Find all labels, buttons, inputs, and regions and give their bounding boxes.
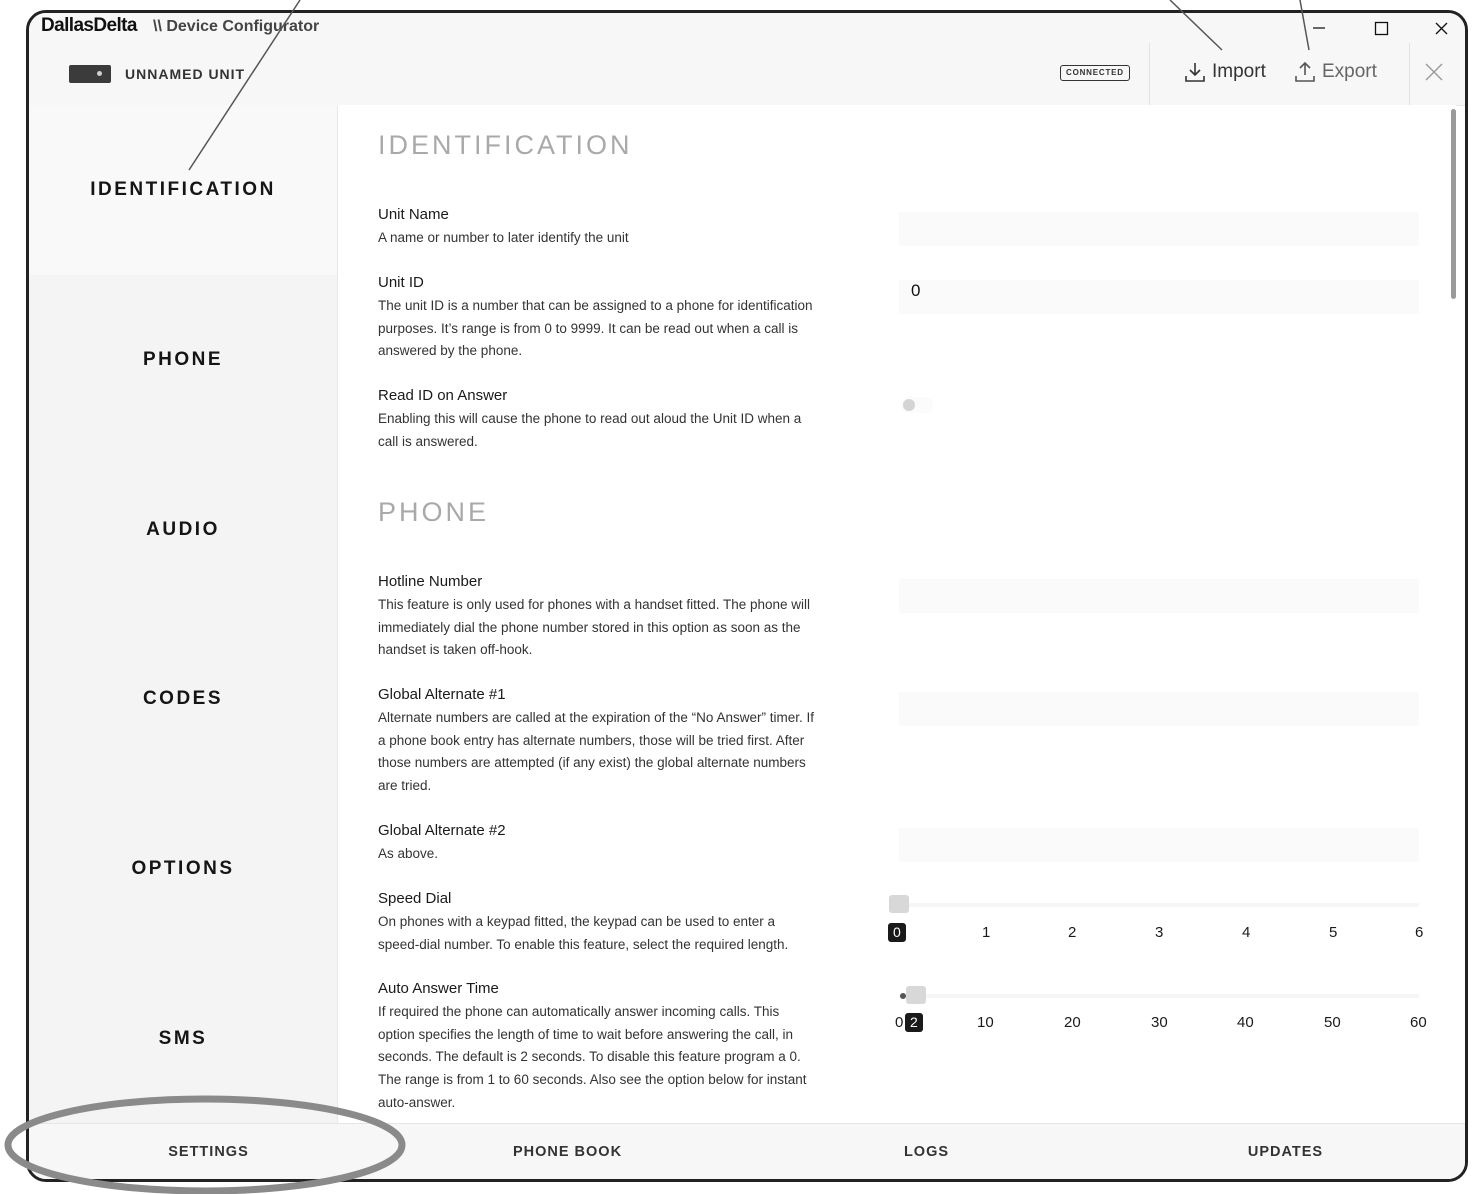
status-badge: CONNECTED (1060, 65, 1130, 81)
speed-dial-tick: 5 (1329, 924, 1338, 941)
auto-answer-tick: 20 (1064, 1014, 1081, 1031)
section-title-phone: PHONE (378, 497, 490, 527)
sidebar-item-options[interactable]: OPTIONS (29, 784, 337, 954)
import-button[interactable]: Import (1184, 61, 1266, 83)
section-title-identification: IDENTIFICATION (378, 130, 633, 160)
maximize-icon (1374, 21, 1388, 35)
app-window: DallasDelta \\ Device Configurator UNNAM… (26, 10, 1468, 1182)
minimize-button[interactable] (1291, 13, 1347, 43)
read-id-desc: Enabling this will cause the phone to re… (378, 411, 802, 449)
auto-answer-slider[interactable] (899, 994, 1419, 998)
divider (1409, 43, 1410, 105)
sidebar-item-codes[interactable]: CODES (29, 614, 337, 784)
speed-dial-selected-value: 0 (888, 923, 906, 942)
brand-logo: DallasDelta (41, 15, 137, 36)
auto-answer-desc: If required the phone can automatically … (378, 1004, 807, 1110)
import-label: Import (1212, 61, 1266, 82)
scrollbar[interactable] (1451, 109, 1456, 299)
speed-dial-slider[interactable] (899, 903, 1419, 907)
download-icon (1185, 63, 1205, 82)
auto-answer-selected-value: 2 (905, 1013, 923, 1032)
hotline-desc: This feature is only used for phones wit… (378, 597, 811, 658)
unit-name-desc: A name or number to later identify the u… (378, 230, 629, 245)
export-button[interactable]: Export (1294, 61, 1377, 83)
unit-id-title: Unit ID (378, 274, 424, 291)
auto-answer-tick: 0 (895, 1014, 904, 1031)
auto-answer-tick: 60 (1410, 1014, 1427, 1031)
divider (1149, 43, 1150, 105)
unit-name-title: Unit Name (378, 206, 449, 223)
unit-id-input[interactable] (899, 280, 1419, 314)
hotline-input[interactable] (899, 579, 1419, 613)
speed-dial-tick: 4 (1242, 924, 1251, 941)
maximize-button[interactable] (1353, 13, 1409, 43)
close-icon (1435, 22, 1447, 34)
auto-answer-tick: 40 (1237, 1014, 1254, 1031)
sidebar-item-phone[interactable]: PHONE (29, 275, 337, 445)
close-panel-icon[interactable] (1421, 59, 1447, 85)
hotline-title: Hotline Number (378, 573, 483, 590)
auto-answer-tick: 10 (977, 1014, 994, 1031)
sidebar-item-identification[interactable]: IDENTIFICATION (29, 105, 337, 275)
alt2-input[interactable] (899, 828, 1419, 862)
app-title: \\ Device Configurator (153, 18, 320, 35)
read-id-title: Read ID on Answer (378, 387, 508, 404)
alt1-desc: Alternate numbers are called at the expi… (378, 710, 814, 794)
speed-dial-slider-thumb[interactable] (889, 895, 909, 913)
speed-dial-tick: 3 (1155, 924, 1164, 941)
window-close-button[interactable] (1413, 13, 1465, 43)
upload-icon (1295, 61, 1315, 82)
speed-dial-desc: On phones with a keypad fitted, the keyp… (378, 914, 789, 952)
bottom-tab-bar: SETTINGS PHONE BOOK LOGS UPDATES (29, 1123, 1465, 1179)
speed-dial-tick: 2 (1068, 924, 1077, 941)
alt2-desc: As above. (378, 846, 439, 861)
auto-answer-tick: 30 (1151, 1014, 1168, 1031)
tab-updates[interactable]: UPDATES (1106, 1124, 1465, 1179)
read-id-toggle[interactable] (901, 397, 933, 413)
toggle-knob (903, 399, 915, 411)
settings-content[interactable]: IDENTIFICATION Unit Name A name or numbe… (338, 105, 1456, 1123)
export-label: Export (1322, 61, 1377, 82)
sidebar-item-audio[interactable]: AUDIO (29, 445, 337, 615)
minimize-icon (1313, 27, 1325, 29)
auto-answer-slider-thumb[interactable] (906, 986, 926, 1004)
alt1-title: Global Alternate #1 (378, 686, 506, 703)
unit-image (69, 65, 111, 83)
tab-logs[interactable]: LOGS (747, 1124, 1106, 1179)
unit-id-desc: The unit ID is a number that can be assi… (378, 298, 813, 359)
speed-dial-tick: 6 (1415, 924, 1424, 941)
alt2-title: Global Alternate #2 (378, 822, 506, 839)
alt1-input[interactable] (899, 692, 1419, 726)
sidebar: IDENTIFICATION PHONE AUDIO CODES OPTIONS… (29, 105, 338, 1123)
auto-answer-tick: 50 (1324, 1014, 1341, 1031)
sidebar-item-sms[interactable]: SMS (29, 954, 337, 1124)
unit-name-label: UNNAMED UNIT (125, 66, 246, 82)
speed-dial-title: Speed Dial (378, 890, 452, 907)
tab-phone-book[interactable]: PHONE BOOK (388, 1124, 747, 1179)
auto-answer-title: Auto Answer Time (378, 980, 499, 997)
unit-name-input[interactable] (899, 212, 1419, 246)
speed-dial-tick: 1 (982, 924, 991, 941)
title-bar: DallasDelta \\ Device Configurator (29, 13, 1465, 43)
tab-settings[interactable]: SETTINGS (29, 1124, 388, 1179)
unit-id-value: 0 (911, 281, 921, 300)
header-bar: UNNAMED UNIT CONNECTED Import Export (29, 43, 1465, 106)
